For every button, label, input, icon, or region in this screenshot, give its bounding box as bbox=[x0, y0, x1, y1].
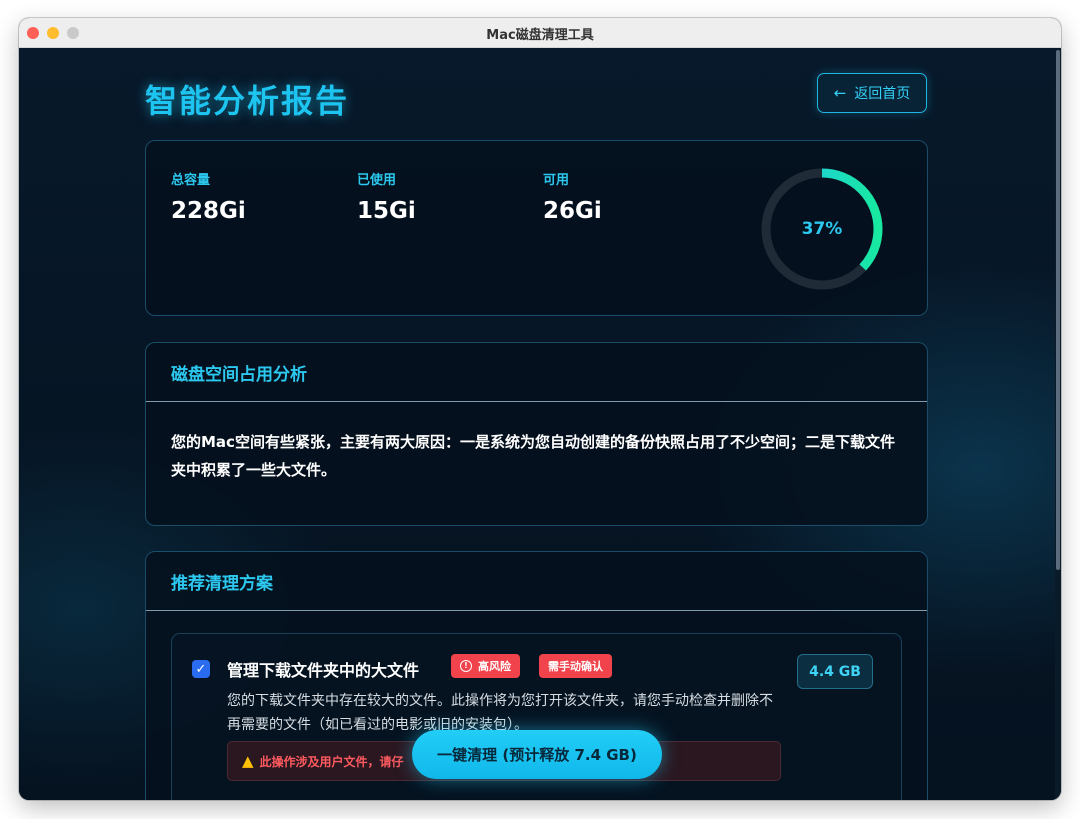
title-bar: Mac磁盘清理工具 bbox=[19, 18, 1061, 48]
stat-free-label: 可用 bbox=[543, 173, 570, 188]
warning-triangle-icon: ▲ bbox=[242, 752, 254, 770]
analysis-card: 磁盘空间占用分析 您的Mac空间有些紧张，主要有两大原因：一是系统为您自动创建的… bbox=[145, 342, 928, 526]
analysis-title: 磁盘空间占用分析 bbox=[146, 343, 927, 402]
stat-total-value: 228Gi bbox=[171, 198, 246, 224]
back-home-label: 返回首页 bbox=[854, 86, 911, 102]
high-risk-badge: ! 高风险 bbox=[451, 654, 520, 678]
page-title: 智能分析报告 bbox=[145, 82, 350, 120]
stat-free: 可用 26Gi bbox=[543, 169, 602, 224]
stat-used-value: 15Gi bbox=[357, 198, 416, 224]
checkmark-icon: ✓ bbox=[195, 661, 207, 677]
stat-used-label: 已使用 bbox=[357, 173, 397, 188]
usage-percent: 37% bbox=[801, 219, 843, 239]
vertical-scrollbar[interactable] bbox=[1055, 48, 1061, 800]
main-content: 智能分析报告 ← 返回首页 总容量 228Gi 已使用 15Gi 可用 26Gi bbox=[19, 48, 1055, 800]
alert-circle-icon: ! bbox=[460, 660, 472, 672]
stat-total-label: 总容量 bbox=[171, 173, 211, 188]
window-title: Mac磁盘清理工具 bbox=[486, 28, 594, 43]
warning-text: 此操作涉及用户文件，请仔 bbox=[259, 754, 404, 769]
plan-item-checkbox[interactable]: ✓ bbox=[192, 660, 210, 678]
scrollbar-thumb[interactable] bbox=[1056, 50, 1060, 570]
analysis-text: 您的Mac空间有些紧张，主要有两大原因：一是系统为您自动创建的备份快照占用了不少… bbox=[171, 433, 895, 479]
one-click-clean-button[interactable]: 一键清理 (预计释放 7.4 GB) bbox=[412, 730, 662, 779]
manual-confirm-badge: 需手动确认 bbox=[539, 654, 612, 678]
app-window: Mac磁盘清理工具 智能分析报告 ← 返回首页 总容量 228Gi 已使用 15… bbox=[19, 18, 1061, 800]
plan-item-size: 4.4 GB bbox=[797, 654, 873, 689]
cleanup-plan-title: 推荐清理方案 bbox=[146, 552, 927, 611]
stat-total: 总容量 228Gi bbox=[171, 169, 246, 224]
disk-stats-card: 总容量 228Gi 已使用 15Gi 可用 26Gi 37% bbox=[145, 140, 928, 316]
back-home-button[interactable]: ← 返回首页 bbox=[817, 73, 927, 113]
high-risk-label: 高风险 bbox=[478, 660, 511, 673]
plan-item-title: 管理下载文件夹中的大文件 bbox=[227, 661, 420, 680]
arrow-left-icon: ← bbox=[833, 84, 847, 102]
stat-used: 已使用 15Gi bbox=[357, 169, 416, 224]
stat-free-value: 26Gi bbox=[543, 198, 602, 224]
